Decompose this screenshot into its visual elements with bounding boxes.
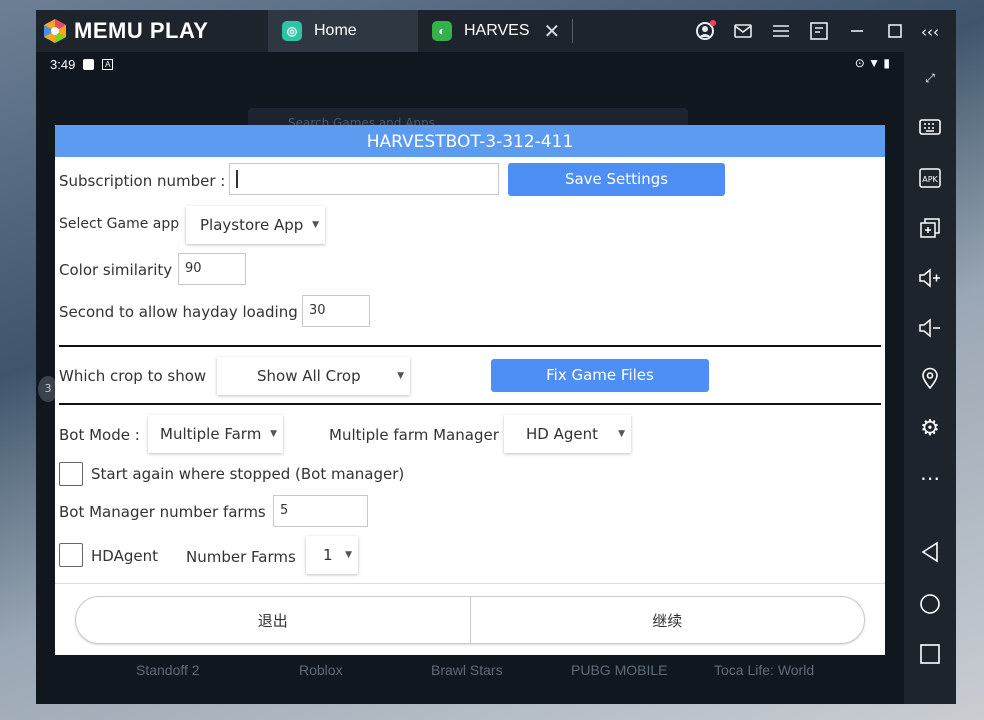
tab-harvestbot-label: HARVES	[464, 22, 530, 39]
screen-mode-icon[interactable]	[804, 10, 834, 52]
color-similarity-input[interactable]: 90	[178, 253, 246, 285]
harvestbot-settings-dialog: HARVESTBOT-3-312-411 Subscription number…	[55, 125, 885, 655]
app-label[interactable]: Standoff 2	[136, 662, 200, 678]
exit-button[interactable]: 退出	[76, 597, 470, 643]
bot-manager-farms-label: Bot Manager number farms	[59, 503, 266, 521]
mail-icon[interactable]	[728, 10, 758, 52]
chevron-down-icon: ▼	[312, 220, 319, 230]
settings-gear-icon[interactable]: ⚙	[904, 408, 956, 448]
tab-home-label: Home	[314, 22, 357, 39]
collapse-sidebar-icon[interactable]: ‹‹‹	[904, 12, 956, 52]
crop-select[interactable]: Show All Crop ▼	[217, 357, 410, 395]
back-icon[interactable]	[904, 532, 956, 572]
chevron-down-icon: ▼	[345, 550, 352, 560]
menu-icon[interactable]	[766, 10, 796, 52]
crop-label: Which crop to show	[59, 367, 207, 385]
hdagent-label: HDAgent	[91, 547, 158, 565]
number-farms-label: Number Farms	[186, 548, 296, 566]
harvestbot-app-icon: ◐	[432, 21, 452, 41]
footer-divider	[55, 583, 885, 584]
emulator-titlebar: MEMU PLAY ◎ Home ◐ HARVES ✕	[36, 10, 956, 52]
loading-time-input[interactable]: 30	[302, 295, 370, 327]
keyboard-icon[interactable]	[904, 107, 956, 147]
app-labels-row: Standoff 2 Roblox Brawl Stars PUBG MOBIL…	[36, 662, 904, 688]
volume-down-icon[interactable]	[904, 308, 956, 348]
app-notification-icon: A	[102, 58, 114, 70]
notification-icon	[83, 58, 95, 70]
notification-dot	[710, 20, 716, 26]
multi-window-icon[interactable]	[904, 208, 956, 248]
dialog-actions: 退出 继续	[75, 596, 865, 644]
fix-game-files-button[interactable]: Fix Game Files	[491, 359, 709, 392]
chevron-down-icon: ▼	[618, 429, 625, 439]
chevron-down-icon: ▼	[397, 371, 404, 381]
select-game-label: Select Game app	[59, 216, 180, 232]
game-app-value: Playstore App	[200, 216, 304, 234]
fullscreen-icon[interactable]: ⤢	[904, 58, 956, 98]
memu-logo: MEMU PLAY	[42, 18, 268, 44]
farm-manager-value: HD Agent	[526, 425, 598, 443]
svg-text:APK: APK	[922, 175, 938, 184]
battery-icon: ▮	[883, 56, 890, 70]
section-divider	[59, 345, 881, 347]
tab-divider	[572, 19, 573, 43]
volume-up-icon[interactable]	[904, 258, 956, 298]
android-statusbar: 3:49 A ⊙ ▼ ▮	[36, 52, 904, 76]
color-similarity-label: Color similarity	[59, 261, 173, 279]
farm-manager-label: Multiple farm Manager	[329, 426, 499, 444]
subscription-label: Subscription number :	[59, 172, 226, 190]
text-caret	[236, 169, 238, 188]
status-icons: ⊙ ▼ ▮	[855, 56, 890, 70]
bot-mode-select[interactable]: Multiple Farm ▼	[148, 415, 283, 453]
crop-value: Show All Crop	[257, 367, 361, 385]
account-icon[interactable]	[690, 10, 720, 52]
tab-harvestbot[interactable]: ◐ HARVES ✕	[418, 10, 568, 52]
apk-install-icon[interactable]: APK	[904, 158, 956, 198]
bot-mode-label: Bot Mode :	[59, 426, 140, 444]
number-farms-select[interactable]: 1 ▼	[306, 536, 358, 574]
minimize-icon[interactable]	[842, 10, 872, 52]
start-again-label: Start again where stopped (Bot manager)	[91, 465, 405, 483]
tab-home[interactable]: ◎ Home	[268, 10, 418, 52]
section-divider	[59, 403, 881, 405]
brand-name: MEMU PLAY	[74, 18, 209, 43]
game-app-select[interactable]: Playstore App ▼	[186, 206, 325, 244]
continue-button[interactable]: 继续	[471, 597, 865, 643]
bot-mode-value: Multiple Farm	[160, 425, 262, 443]
number-farms-value: 1	[323, 546, 333, 564]
dialog-title: HARVESTBOT-3-312-411	[55, 125, 885, 157]
status-time: 3:49	[50, 56, 76, 72]
loading-time-label: Second to allow hayday loading	[59, 303, 298, 321]
app-label[interactable]: Toca Life: World	[714, 662, 814, 678]
location-status-icon: ⊙	[854, 56, 865, 70]
location-icon[interactable]	[904, 358, 956, 398]
subscription-input[interactable]	[229, 163, 499, 195]
start-again-checkbox[interactable]	[59, 462, 83, 486]
farm-manager-select[interactable]: HD Agent ▼	[504, 415, 631, 453]
save-settings-button[interactable]: Save Settings	[508, 163, 725, 196]
chevron-down-icon: ▼	[270, 429, 277, 439]
home-icon[interactable]	[904, 584, 956, 624]
bot-manager-farms-input[interactable]: 5	[273, 495, 368, 527]
app-label[interactable]: PUBG MOBILE	[571, 662, 667, 678]
recents-icon[interactable]	[904, 634, 956, 674]
app-label[interactable]: Brawl Stars	[431, 662, 503, 678]
close-tab-icon[interactable]: ✕	[544, 19, 561, 44]
memu-app-icon: ◎	[282, 21, 302, 41]
wifi-icon: ▼	[868, 56, 881, 70]
more-icon[interactable]: ⋯	[904, 458, 956, 498]
memu-logo-icon	[44, 19, 66, 43]
emulator-sidebar: ‹‹‹ ⤢ APK ⚙ ⋯	[904, 10, 956, 704]
app-label[interactable]: Roblox	[299, 662, 343, 678]
hdagent-checkbox[interactable]	[59, 543, 83, 567]
